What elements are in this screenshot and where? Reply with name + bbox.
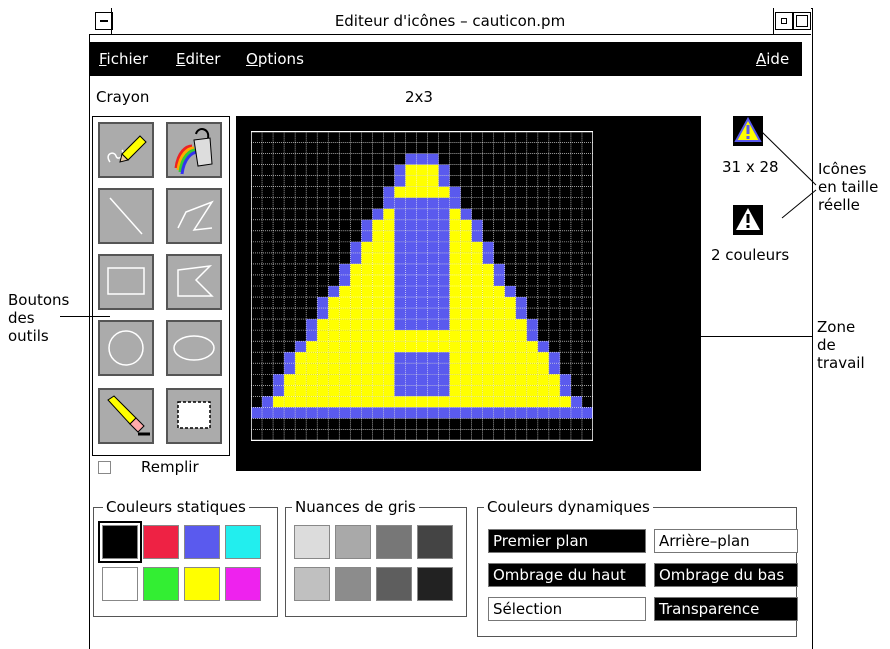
rectangle-icon [107,267,145,295]
circle-tool-button[interactable] [98,320,154,376]
drawing-canvas[interactable] [236,116,701,471]
dynamic-color-button[interactable]: Arrière–plan [654,529,798,553]
polyline-tool-button[interactable] [166,188,222,244]
static-color-swatch[interactable] [98,521,142,563]
annotation-icons-leaders [761,131,817,219]
caution-mono-icon [736,208,760,230]
rectangle-tool-button[interactable] [98,254,154,310]
gray-color-swatch[interactable] [294,525,330,559]
annotation-work-leader [598,336,813,337]
maximize-icon [796,15,808,27]
static-color-swatch[interactable] [225,567,261,601]
static-color-swatch[interactable] [143,525,179,559]
select-tool-button[interactable] [166,388,222,444]
static-color-swatch[interactable] [184,525,220,559]
static-color-swatch[interactable] [184,567,220,601]
paint-bucket-icon [174,128,213,175]
pencil-icon [107,135,147,163]
fill-label: Remplir [141,458,199,476]
annotation-work-area: Zone de travail [817,318,865,372]
fill-checkbox[interactable] [98,461,111,474]
ellipse-tool-button[interactable] [166,320,222,376]
current-tool-label: Crayon [96,88,150,106]
title-bar[interactable]: Editeur d'icônes – cauticon.pm [89,8,811,35]
menu-aide[interactable]: Aide [756,42,789,76]
annotation-tools-leader [60,316,110,317]
menu-options[interactable]: Options [246,42,304,76]
annotation-tools: Boutons des outils [8,291,70,345]
menu-fichier[interactable]: Fichier [99,42,148,76]
gray-color-swatch[interactable] [335,525,371,559]
minimize-icon [781,18,787,24]
preview-colors: 2 couleurs [711,246,790,264]
gray-shades-label: Nuances de gris [292,498,419,516]
dynamic-colors-buttons: Premier plan Arrière–plan Ombrage du haut O… [488,529,798,625]
gray-color-swatch[interactable] [417,525,453,559]
tool-palette [92,116,230,456]
polygon-icon [177,264,214,297]
line-tool-button[interactable] [98,188,154,244]
circle-icon [108,330,144,366]
gray-color-swatch[interactable] [294,567,330,601]
gray-color-swatch[interactable] [376,567,412,601]
polygon-tool-button[interactable] [166,254,222,310]
minimize-button[interactable] [775,12,793,30]
cursor-position: 2x3 [405,88,433,106]
dynamic-color-button[interactable]: Ombrage du haut [488,563,646,587]
polyline-icon [177,200,214,231]
static-color-swatch[interactable] [225,525,261,559]
dynamic-color-button[interactable]: Premier plan [488,529,646,553]
dynamic-color-button[interactable]: Ombrage du bas [654,563,798,587]
menu-editer[interactable]: Editer [176,42,220,76]
static-colors-swatches [98,521,272,605]
select-icon [177,401,211,429]
paint-bucket-tool-button[interactable] [166,122,222,178]
static-color-swatch[interactable] [143,567,179,601]
dynamic-color-button[interactable]: Transparence [654,597,798,621]
gray-color-swatch[interactable] [417,567,453,601]
eraser-tool-button[interactable] [98,388,154,444]
gray-shades-swatches [294,525,464,605]
gray-color-swatch[interactable] [376,525,412,559]
gray-color-swatch[interactable] [335,567,371,601]
static-color-swatch[interactable] [102,567,138,601]
line-icon [109,197,143,235]
eraser-icon [107,395,150,436]
pixel-grid[interactable] [251,131,593,441]
dynamic-colors-label: Couleurs dynamiques [484,498,653,516]
color-preview-icon [733,116,763,146]
title-divider [773,8,774,34]
window-title: Editeur d'icônes – cauticon.pm [334,12,566,30]
maximize-button[interactable] [793,12,811,30]
caution-color-icon [734,116,762,142]
menu-bar: Fichier Editer Options Aide [90,42,802,76]
pencil-tool-button[interactable] [98,122,154,178]
mono-preview-icon [733,205,763,235]
ellipse-icon [173,335,215,361]
static-colors-label: Couleurs statiques [103,498,249,516]
annotation-icons: Icônes en taille réelle [818,160,879,214]
dynamic-color-button[interactable]: Sélection [488,597,646,621]
